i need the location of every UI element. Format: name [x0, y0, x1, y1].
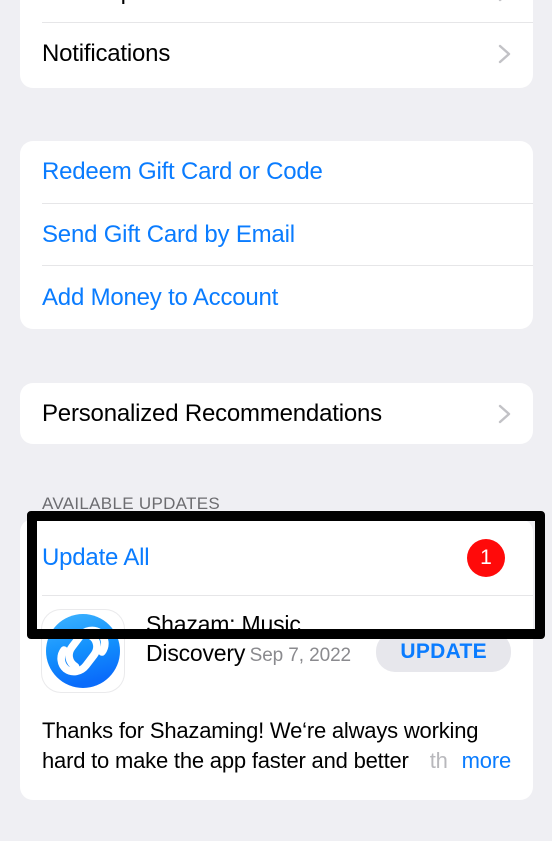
update-all-label: Update All: [42, 543, 150, 571]
action-row-add-money[interactable]: Add Money to Account: [20, 266, 533, 329]
update-all-row[interactable]: Update All 1: [20, 519, 533, 596]
shazam-icon: [42, 610, 124, 692]
more-link[interactable]: more: [462, 746, 512, 776]
gift-card-actions-card: Redeem Gift Card or Code Send Gift Card …: [20, 141, 533, 329]
app-update-item[interactable]: Shazam: Music Discovery Sep 7, 2022 UPDA…: [20, 596, 533, 702]
release-notes-truncation: th more: [419, 746, 512, 776]
settings-row-subscriptions[interactable]: Subscriptions: [20, 0, 533, 23]
update-button[interactable]: UPDATE: [376, 632, 511, 672]
settings-row-notifications-label: Notifications: [42, 40, 171, 67]
settings-row-subscriptions-label: Subscriptions: [42, 0, 184, 6]
chevron-right-icon: [491, 41, 517, 67]
action-row-redeem-gift-card[interactable]: Redeem Gift Card or Code: [20, 141, 533, 204]
available-updates-section-header: Available Updates: [42, 494, 220, 513]
settings-row-notifications[interactable]: Notifications: [20, 23, 533, 85]
app-meta: Shazam: Music Discovery Sep 7, 2022: [146, 610, 376, 668]
action-row-add-money-label: Add Money to Account: [42, 283, 279, 311]
available-updates-card: Update All 1 Shazam: Music Discovery Sep…: [20, 519, 533, 800]
action-row-send-gift-card[interactable]: Send Gift Card by Email: [20, 204, 533, 267]
action-row-send-gift-card-label: Send Gift Card by Email: [42, 221, 295, 249]
release-notes-fade-fragment: th: [429, 748, 448, 773]
action-row-redeem-gift-card-label: Redeem Gift Card or Code: [42, 158, 323, 186]
personalized-recommendations-card: Personalized Recommendations: [20, 383, 533, 444]
app-release-date: Sep 7, 2022: [249, 645, 352, 666]
chevron-right-icon: [491, 0, 517, 5]
app-release-notes: Thanks for Shazaming! We‘re always worki…: [20, 716, 533, 776]
chevron-right-icon: [491, 401, 517, 427]
app-store-account-screen: Subscriptions Notifications Redeem Gift …: [0, 0, 552, 841]
settings-row-personalized-recommendations-label: Personalized Recommendations: [42, 399, 382, 427]
update-count-badge: 1: [467, 538, 505, 577]
account-settings-card: Subscriptions Notifications: [20, 0, 533, 88]
settings-row-personalized-recommendations[interactable]: Personalized Recommendations: [20, 383, 533, 444]
